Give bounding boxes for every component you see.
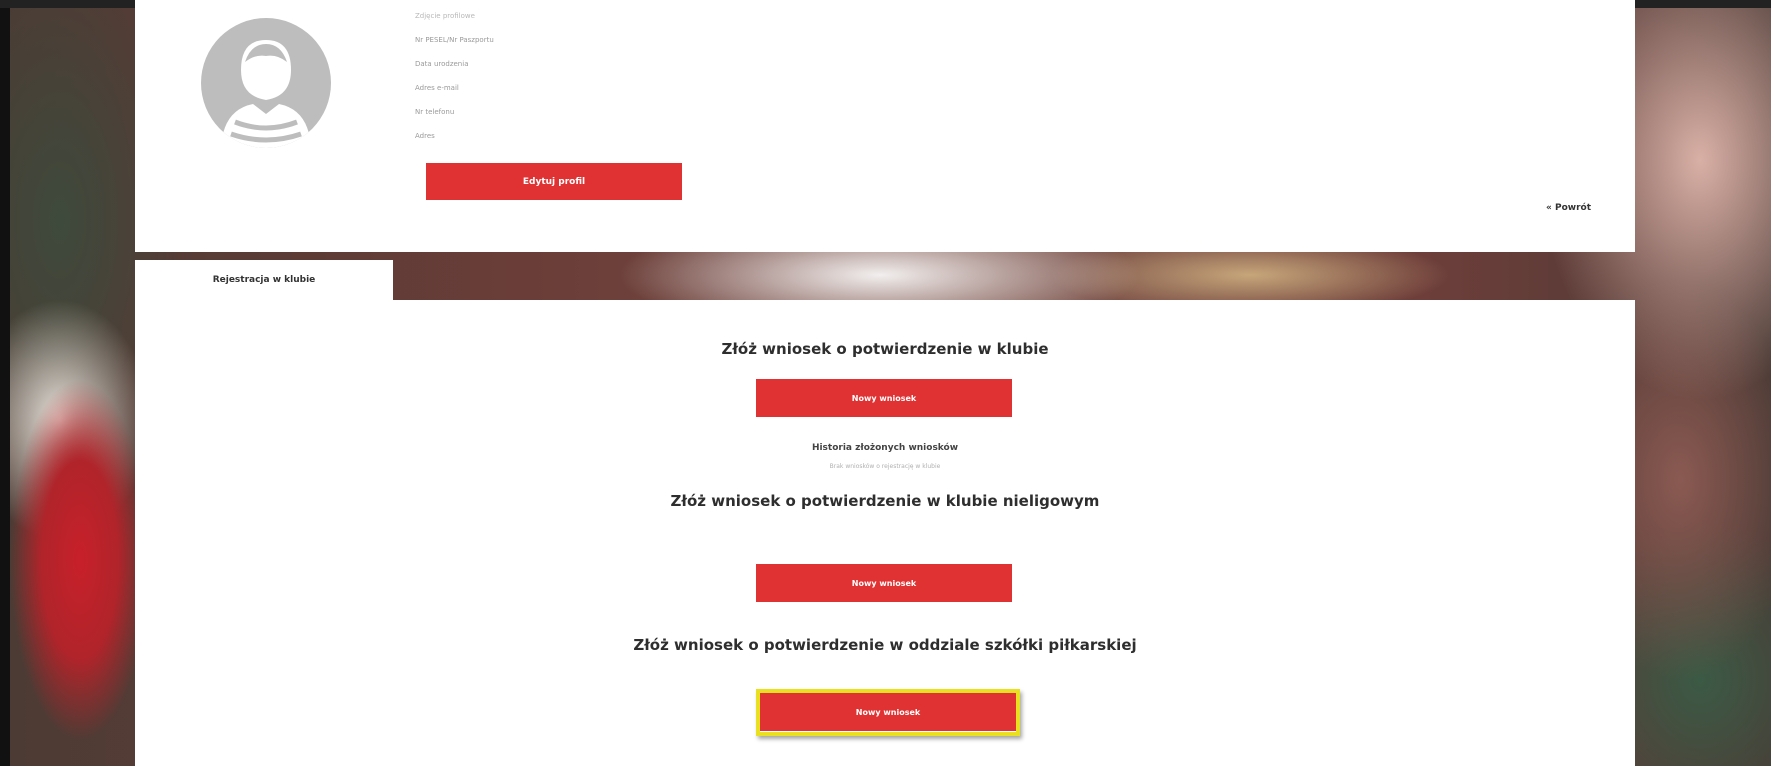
history-empty-text: Brak wniosków o rejestrację w klubie [829,463,941,470]
back-link[interactable]: « Powrót [1546,203,1591,213]
left-edge [0,0,10,766]
tab-club-registration[interactable]: Rejestracja w klubie [135,260,393,300]
highlight-box [756,689,1020,736]
profile-field-phone: Nr telefonu [415,108,455,116]
profile-field-birthdate: Data urodzenia [415,60,469,68]
profile-field-address: Adres [415,132,435,140]
profile-field-email: Adres e-mail [415,84,459,92]
history-title[interactable]: Historia złożonych wniosków [135,443,1635,453]
registration-panel: Złóż wniosek o potwierdzenie w klubie No… [135,300,1635,766]
user-avatar-icon [201,18,331,148]
profile-field-pesel: Nr PESEL/Nr Paszportu [415,36,494,44]
new-request-button-club[interactable]: Nowy wniosek [756,379,1012,417]
new-request-button-non-league[interactable]: Nowy wniosek [756,564,1012,602]
profile-card: Zdjęcie profilowe Nr PESEL/Nr Paszportu … [135,0,1635,252]
section-heading-club: Złóż wniosek o potwierdzenie w klubie [721,340,1049,358]
section-heading-football-school: Złóż wniosek o potwierdzenie w oddziale … [633,636,1137,654]
profile-fields: Zdjęcie profilowe Nr PESEL/Nr Paszportu … [415,4,494,148]
edit-profile-button[interactable]: Edytuj profil [426,163,682,200]
section-heading-non-league: Złóż wniosek o potwierdzenie w klubie ni… [670,492,1100,510]
profile-field-photo: Zdjęcie profilowe [415,12,475,20]
